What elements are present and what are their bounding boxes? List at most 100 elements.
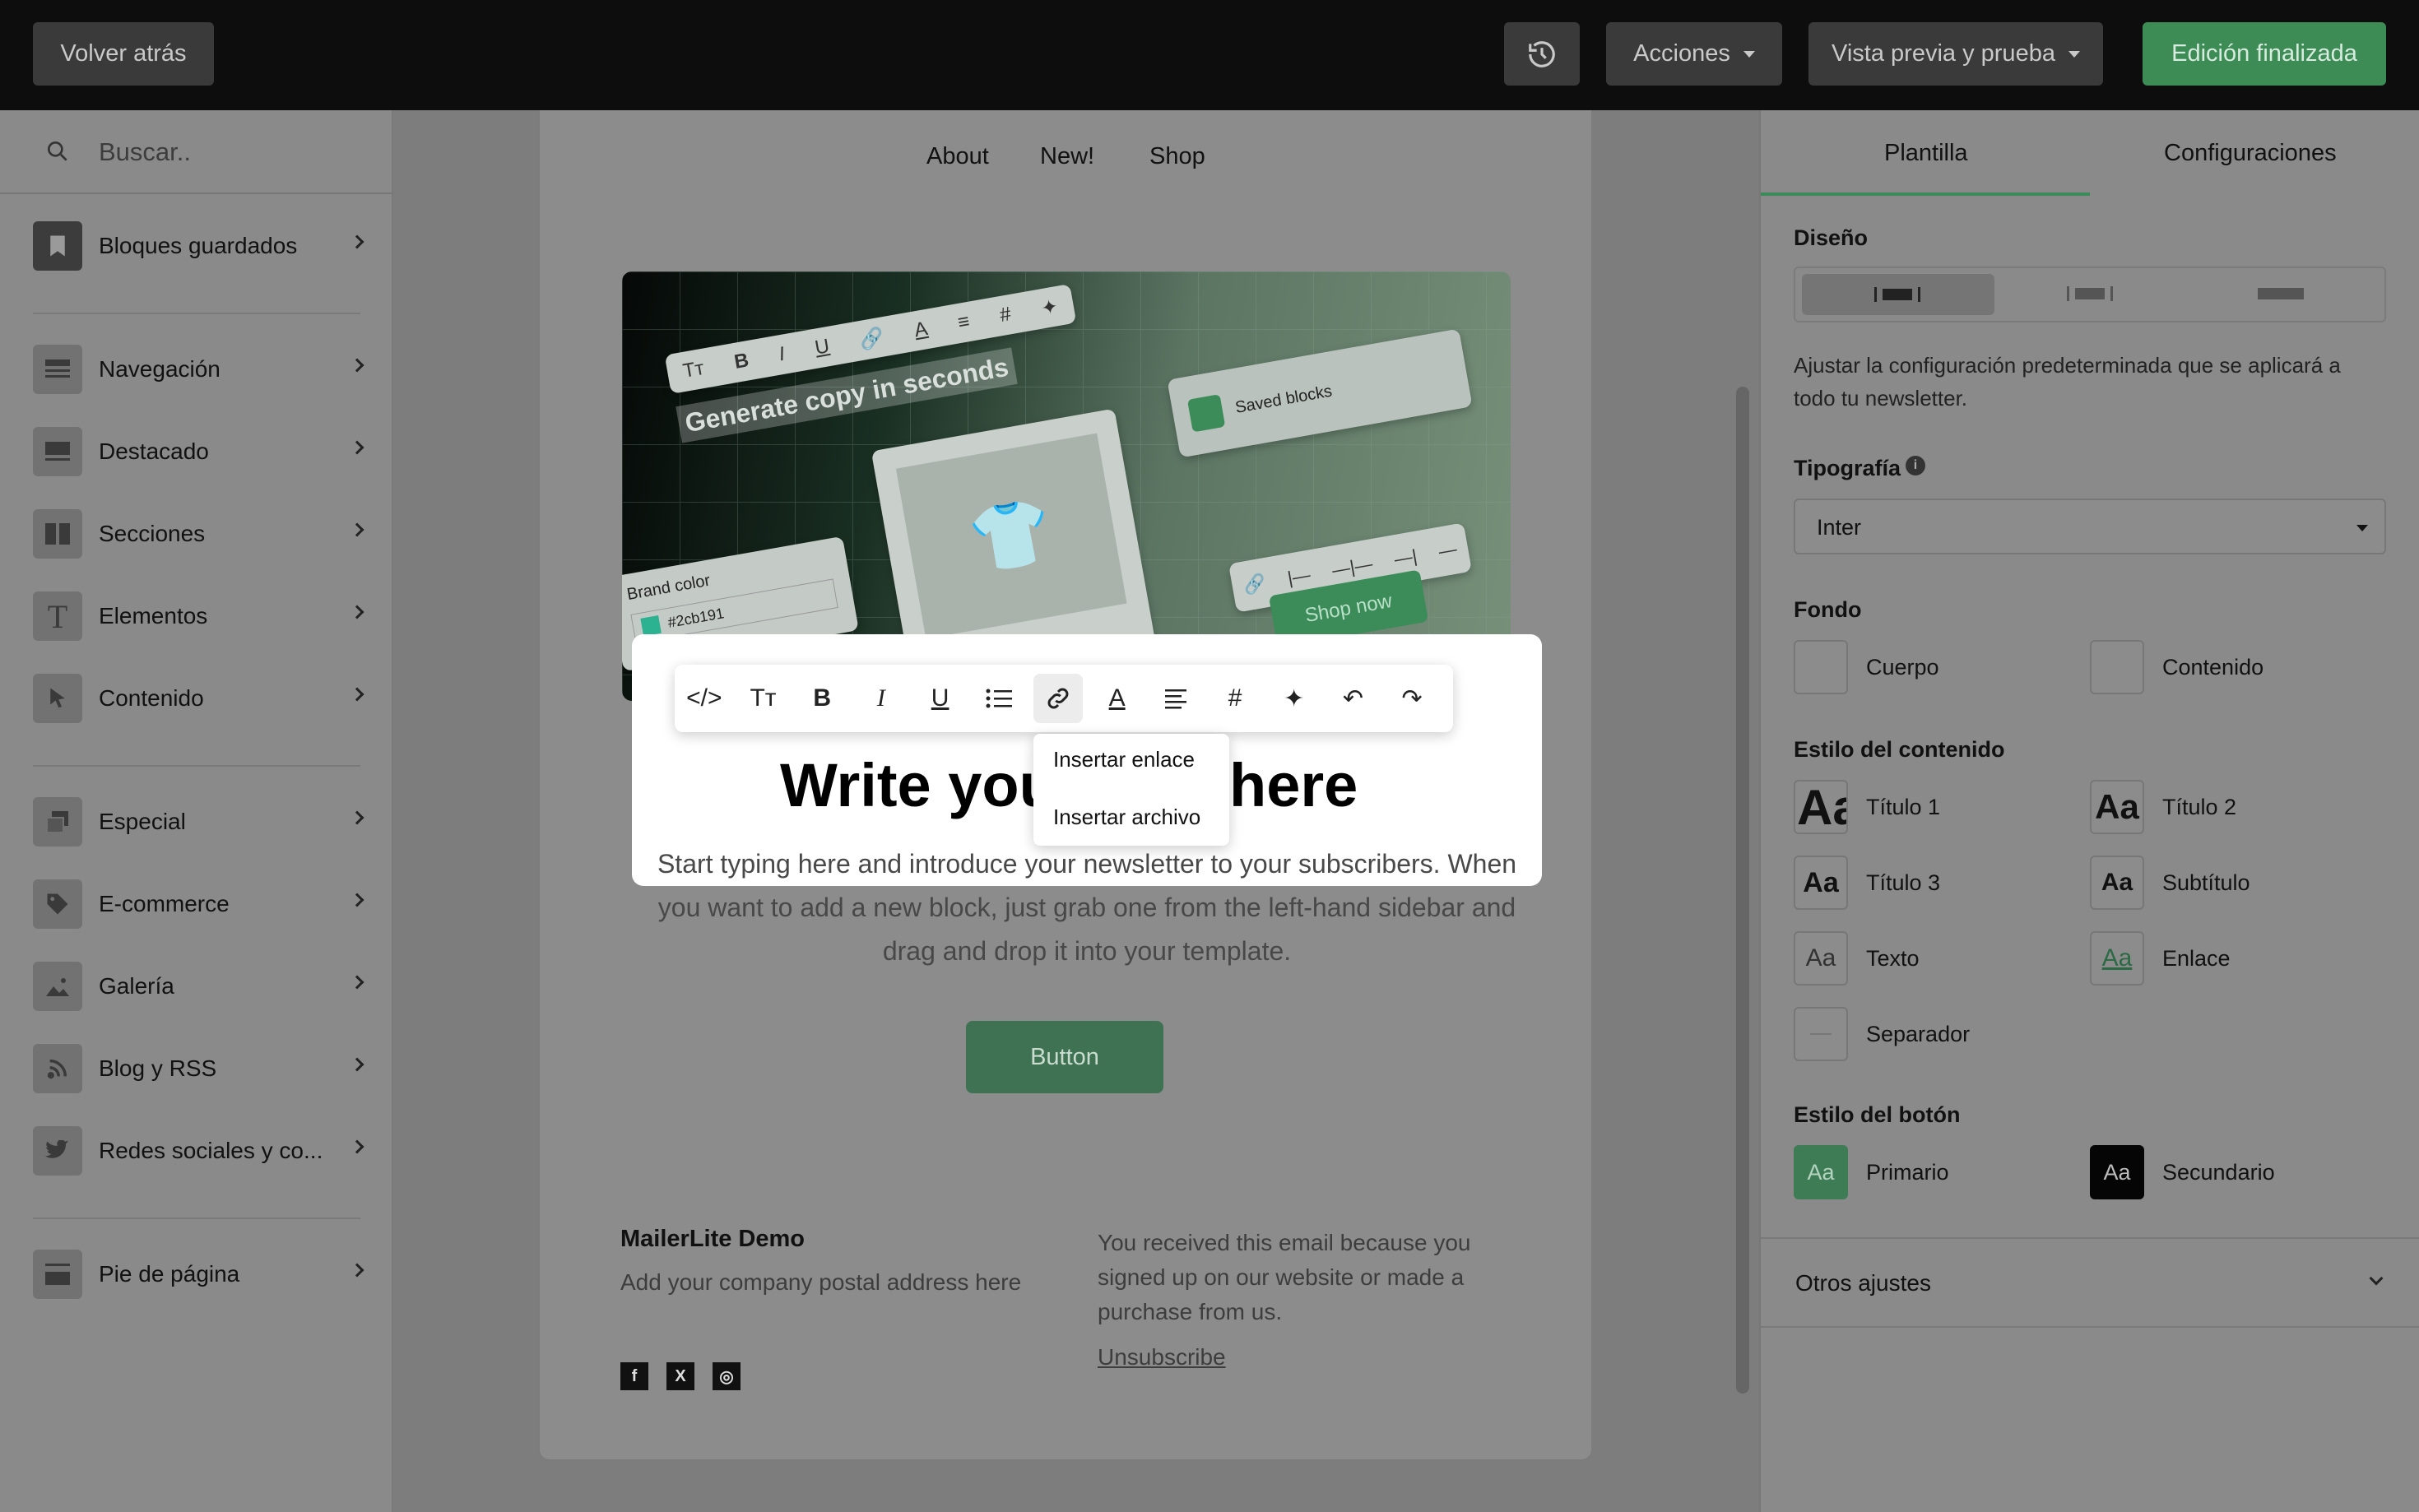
tab-settings[interactable]: Configuraciones [2164, 140, 2337, 167]
sidebar-item-saved-blocks[interactable]: Bloques guardados [33, 220, 364, 271]
nav-link-shop[interactable]: Shop [1149, 143, 1205, 170]
ai-assistant-button[interactable]: ✦ [1265, 665, 1324, 732]
text-size-button[interactable]: Tт [734, 665, 793, 732]
font-select[interactable]: Inter [1794, 499, 2386, 554]
body-color-label: Cuerpo [1866, 655, 1939, 679]
link-label: Enlace [2162, 946, 2231, 971]
facebook-icon[interactable]: f [620, 1362, 648, 1390]
sidebar-item-navigation[interactable]: Navegación [33, 344, 364, 395]
body-color-swatch[interactable] [1794, 640, 1848, 694]
content-color-label: Contenido [2162, 655, 2264, 679]
chevron-right-icon [350, 975, 364, 990]
typography-heading: Tipografía [1794, 456, 1901, 480]
search-icon [47, 141, 67, 161]
font-select-value: Inter [1817, 515, 1862, 540]
code-view-button[interactable]: </> [675, 665, 734, 732]
align-button[interactable] [1147, 665, 1206, 732]
unsubscribe-link[interactable]: Unsubscribe [1098, 1344, 1226, 1371]
back-button[interactable]: Volver atrás [33, 22, 214, 86]
title2-style-swatch[interactable]: Aa [2090, 780, 2144, 834]
undo-button[interactable]: ↶ [1324, 665, 1383, 732]
cta-button[interactable]: Button [966, 1021, 1163, 1093]
sidebar-item-sections[interactable]: Secciones [33, 508, 364, 559]
primary-button-style[interactable]: Aa [1794, 1145, 1848, 1199]
chevron-down-icon [2068, 50, 2080, 58]
bold-button[interactable]: B [792, 665, 852, 732]
title1-style-swatch[interactable]: Aa [1794, 780, 1848, 834]
layout-wide-icon[interactable] [2256, 285, 2305, 303]
underline-button[interactable]: U [911, 665, 970, 732]
sidebar-item-label: Secciones [99, 521, 206, 546]
body-paragraph[interactable]: Start typing here and introduce your new… [634, 842, 1540, 973]
footer-icon [33, 1250, 82, 1299]
canvas-scrollbar[interactable] [1736, 387, 1749, 1394]
sidebar-item-content[interactable]: Contenido [33, 673, 364, 724]
layout-medium-icon[interactable] [2065, 285, 2115, 303]
footer-company-name[interactable]: MailerLite Demo [620, 1226, 805, 1253]
other-settings-accordion[interactable]: Otros ajustes [1761, 1237, 2419, 1328]
history-button[interactable] [1504, 22, 1580, 86]
footer-note[interactable]: You received this email because you sign… [1098, 1226, 1525, 1329]
link-style-swatch[interactable]: Aa [2090, 931, 2144, 986]
headline-left[interactable]: Write you [780, 750, 1056, 820]
link-button[interactable] [1028, 665, 1088, 732]
sidebar-item-ecommerce[interactable]: E-commerce [33, 879, 364, 930]
headline-right[interactable]: here [1229, 750, 1358, 820]
insert-file-option[interactable]: Insertar archivo [1053, 805, 1200, 830]
x-icon[interactable]: X [666, 1362, 694, 1390]
footer-address[interactable]: Add your company postal address here [620, 1265, 1032, 1300]
align-icon [1165, 689, 1187, 709]
info-icon[interactable]: i [1906, 456, 1925, 475]
separator-style-swatch[interactable] [1794, 1007, 1848, 1061]
sidebar-item-label: Destacado [99, 438, 209, 464]
merge-tag-button[interactable]: # [1205, 665, 1265, 732]
layout-option-narrow[interactable] [1802, 274, 1994, 315]
top-bar: Volver atrás Acciones Vista previa y pru… [0, 0, 2419, 110]
subtitle-style-swatch[interactable]: Aa [2090, 856, 2144, 910]
done-editing-button[interactable]: Edición finalizada [2143, 22, 2386, 86]
list-button[interactable] [969, 665, 1028, 732]
actions-dropdown[interactable]: Acciones [1606, 22, 1782, 86]
color-swatch [640, 615, 662, 637]
redo-button[interactable]: ↷ [1382, 665, 1442, 732]
search-bar[interactable]: Buscar.. [0, 110, 393, 194]
divider [33, 765, 360, 767]
sidebar-item-featured[interactable]: Destacado [33, 426, 364, 477]
sidebar-item-gallery[interactable]: Galería [33, 961, 364, 1012]
secondary-label: Secundario [2162, 1160, 2275, 1185]
insert-link-option[interactable]: Insertar enlace [1053, 747, 1195, 772]
sidebar-item-social[interactable]: Redes sociales y co... [33, 1125, 364, 1176]
preview-dropdown[interactable]: Vista previa y prueba [1808, 22, 2103, 86]
separator-label: Separador [1866, 1022, 1971, 1046]
sidebar-item-footer[interactable]: Pie de página [33, 1249, 364, 1300]
text-color-button[interactable]: A [1088, 665, 1147, 732]
search-input[interactable]: Buscar.. [99, 137, 191, 167]
hash-icon: # [1228, 684, 1242, 712]
bookmark-icon [33, 221, 82, 271]
secondary-button-style[interactable]: Aa [2090, 1145, 2144, 1199]
blocks-sidebar: Buscar.. Bloques guardados Navegación De… [0, 110, 393, 1512]
nav-link-new[interactable]: New! [1040, 143, 1094, 170]
chevron-right-icon [350, 522, 364, 537]
image-icon [33, 962, 82, 1011]
background-heading: Fondo [1794, 597, 1862, 622]
italic-button[interactable]: I [852, 665, 911, 732]
content-style-heading: Estilo del contenido [1794, 737, 2005, 762]
sidebar-item-special[interactable]: Especial [33, 796, 364, 847]
sidebar-item-label: Especial [99, 809, 186, 834]
instagram-icon[interactable]: ◎ [713, 1362, 741, 1390]
text-style-swatch[interactable]: Aa [1794, 931, 1848, 986]
tag-icon [33, 879, 82, 929]
text-icon: T [33, 591, 82, 641]
special-icon [33, 797, 82, 846]
cursor-icon [33, 674, 82, 723]
sidebar-item-elements[interactable]: T Elementos [33, 591, 364, 642]
title3-style-swatch[interactable]: Aa [1794, 856, 1848, 910]
nav-link-about[interactable]: About [926, 143, 989, 170]
divider [33, 313, 360, 314]
bold-icon: B [813, 684, 832, 712]
code-icon: </> [686, 684, 722, 712]
tab-template[interactable]: Plantilla [1884, 140, 1968, 167]
content-color-swatch[interactable] [2090, 640, 2144, 694]
sidebar-item-blog-rss[interactable]: Blog y RSS [33, 1043, 364, 1094]
